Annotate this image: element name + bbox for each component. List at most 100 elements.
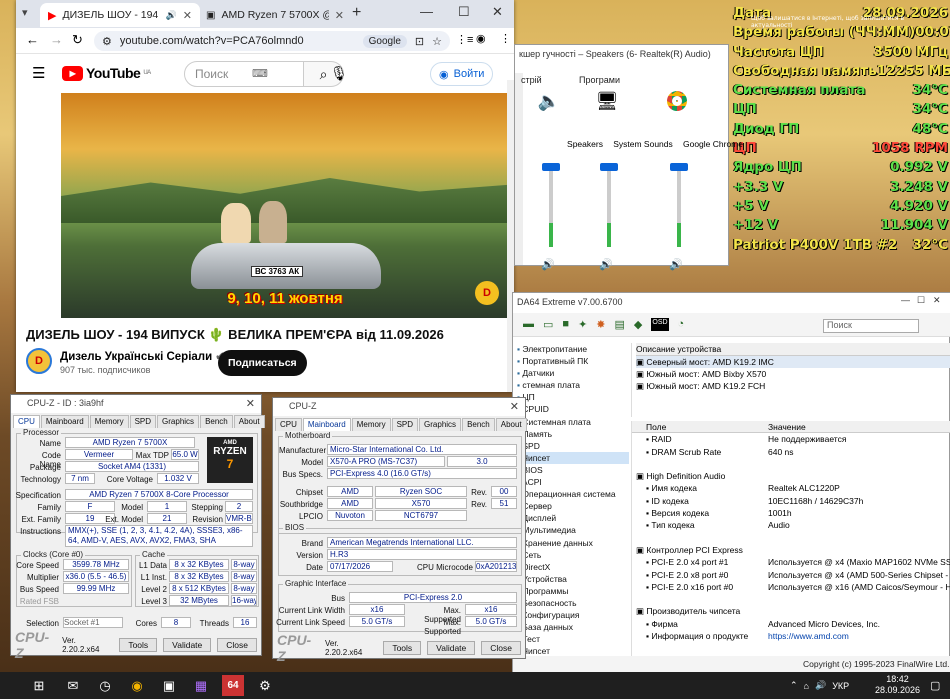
install-icon[interactable]: ⊡ (415, 35, 424, 48)
search-input[interactable]: Поиск (184, 61, 304, 87)
tools-button[interactable]: Tools (119, 638, 158, 652)
table-row[interactable]: ▪ PCI-E 2.0 x16 port #0 Используется @ x1… (632, 581, 950, 593)
flame-icon[interactable]: ✸ (596, 318, 605, 331)
sign-in-button[interactable]: ◉ Войти (430, 62, 494, 86)
tree-item[interactable]: ▪ Конфигурация (517, 609, 629, 621)
chrome-icon[interactable] (665, 91, 689, 113)
audio-icon[interactable]: 🔊 (166, 10, 177, 21)
tree-item[interactable]: ▪ Портативный ПК (517, 355, 629, 367)
chip-icon[interactable]: ■ (562, 318, 569, 331)
graph-icon[interactable]: ▤ (615, 318, 625, 331)
close-icon[interactable]: ✕ (510, 400, 519, 413)
benchmark-icon[interactable]: ◆ (634, 318, 642, 331)
tab-mainboard[interactable]: Mainboard (40, 415, 89, 428)
table-row[interactable]: ▪ Тип кодека Audio (632, 519, 950, 531)
menu-icon[interactable]: ⋮ (500, 32, 511, 45)
youtube-logo[interactable]: ▶ YouTube UA (62, 65, 151, 81)
osd-icon[interactable]: OSD (651, 318, 669, 331)
chrome-taskbar-icon[interactable]: ◉ (126, 675, 148, 696)
channel-name[interactable]: Дизель Українські Серіали ✔ (60, 349, 225, 363)
tab-graphics[interactable]: Graphics (419, 418, 462, 431)
tree-item[interactable]: ▪ SPD (517, 440, 629, 452)
socket-select[interactable]: Socket #1 (63, 617, 123, 628)
tab-bench[interactable]: Bench (462, 418, 495, 431)
tree-item[interactable]: ▪ Программы (517, 585, 629, 597)
tree-item[interactable]: ▪ Дисплей (517, 512, 629, 524)
minimize-icon[interactable]: — (420, 4, 433, 19)
google-lens-pill[interactable]: Google (362, 34, 407, 48)
table-row[interactable]: ▪ Информация о продукте https://www.amd.c… (632, 630, 950, 642)
mute-system-icon[interactable]: 🔊 (599, 258, 613, 271)
mute-chrome-icon[interactable]: 🔊 (669, 258, 683, 271)
table-row[interactable]: ▪ PCI-E 2.0 x4 port #1 Используется @ x4 … (632, 556, 950, 568)
subscribe-button[interactable]: Подписаться (218, 350, 307, 376)
tab-graphics[interactable]: Graphics (157, 415, 200, 428)
tree-item[interactable]: ▪ Устройства (517, 573, 629, 585)
tab-about[interactable]: About (233, 415, 265, 428)
table-row[interactable]: ▣ Производитель чипсета (632, 605, 950, 617)
language-indicator[interactable]: УКР (832, 681, 849, 691)
tab-youtube[interactable]: ▶ ДИЗЕЛЬ ШОУ - 194 ВИПУСК 🔊 ✕ (40, 3, 200, 27)
cpuz-taskbar-icon[interactable]: ▦ (190, 675, 212, 696)
validate-button[interactable]: Validate (163, 638, 212, 652)
table-row[interactable]: ▪ Версия кодека 1001h (632, 507, 950, 519)
minimize-icon[interactable]: — (901, 295, 910, 305)
aida64-taskbar-icon[interactable]: 64 (222, 675, 244, 696)
tab-cpuz-validator[interactable]: ▣ AMD Ryzen 7 5700X @ 3599.6 ✕ (198, 3, 352, 27)
close-icon[interactable]: ✕ (492, 4, 503, 20)
tree-item[interactable]: ▪ Электропитание (517, 343, 629, 355)
app-chart-icon[interactable]: ◷ (94, 675, 116, 696)
tab-memory[interactable]: Memory (351, 418, 391, 431)
tree-item[interactable]: ▪ Чипсет (517, 451, 629, 464)
aida-search-input[interactable]: Поиск (823, 319, 919, 333)
desc-row[interactable]: ▣ Северный мост: AMD K19.2 IMC (636, 356, 950, 368)
table-row[interactable]: ▪ ID кодека 10EC1168h / 14629C37h (632, 495, 950, 507)
maximize-icon[interactable]: ☐ (458, 4, 470, 20)
tree-item[interactable]: ▪ Память (517, 428, 629, 440)
table-row[interactable]: ▪ PCI-E 2.0 x8 port #0 Используется @ x4 … (632, 569, 950, 581)
desc-row[interactable]: ▣ Южный мост: AMD K19.2 FCH (636, 380, 950, 392)
tree-item[interactable]: ▪ DirectX (517, 561, 629, 573)
gauge-icon[interactable]: ◔ (678, 318, 685, 331)
tree-item[interactable]: ▪ Тест (517, 633, 629, 645)
close-button[interactable]: Close (481, 641, 521, 655)
table-row[interactable]: ▣ Контроллер PCI Express (632, 544, 950, 556)
tree-item[interactable]: ▪ ЦП (517, 391, 629, 403)
desc-row[interactable]: ▣ Южный мост: AMD Bixby X570 (636, 368, 950, 380)
close-button[interactable]: Close (217, 638, 257, 652)
tree-item[interactable]: ▪ Безопасность (517, 597, 629, 609)
tree-item[interactable]: ▪ CPUID (517, 403, 629, 415)
slider-knob[interactable] (670, 163, 688, 171)
close-tab-icon[interactable]: ✕ (335, 9, 344, 22)
bookmark-icon[interactable]: ☆ (432, 35, 442, 48)
tree-item[interactable]: ▪ Датчики (517, 367, 629, 379)
tree-item[interactable]: ▪ База данных (517, 621, 629, 633)
app-mail-icon[interactable]: ✉ (62, 675, 84, 696)
notifications-icon[interactable]: ▢ (930, 679, 940, 692)
app-card-icon[interactable]: ▣ (158, 675, 180, 696)
col-field-header[interactable]: Поле (632, 421, 768, 432)
start-icon[interactable]: ⊞ (28, 675, 50, 696)
col-value-header[interactable]: Значение (768, 421, 950, 432)
tab-cpu[interactable]: CPU (13, 415, 40, 428)
tree-item[interactable]: ▪ Операционная система (517, 488, 629, 500)
system-sounds-icon[interactable]: 🖥 (595, 91, 619, 113)
back-icon[interactable]: ← (26, 32, 39, 47)
tools-icon[interactable]: ✦ (578, 318, 587, 331)
site-info-icon[interactable]: ⚙ (102, 35, 112, 48)
tab-memory[interactable]: Memory (89, 415, 129, 428)
slider-knob[interactable] (542, 163, 560, 171)
tray-chevron-icon[interactable]: ⌃ (790, 680, 798, 691)
tree-item[interactable]: ▪ ACPI (517, 476, 629, 488)
tree-item[interactable]: ▪ Сервер (517, 500, 629, 512)
table-row[interactable]: ▣ High Definition Audio (632, 470, 950, 482)
network-icon[interactable]: ⌂ (804, 681, 809, 691)
tab-bench[interactable]: Bench (200, 415, 233, 428)
tab-search-icon[interactable]: ▾ (22, 6, 28, 19)
volume-icon[interactable]: 🔊 (815, 680, 826, 691)
keyboard-icon[interactable]: ⌨ (252, 67, 268, 80)
speakers-volume-slider[interactable] (542, 163, 560, 247)
forward-icon[interactable]: → (50, 32, 63, 47)
tab-cpu[interactable]: CPU (275, 418, 302, 431)
tree-item[interactable]: ▪ BIOS (517, 464, 629, 476)
